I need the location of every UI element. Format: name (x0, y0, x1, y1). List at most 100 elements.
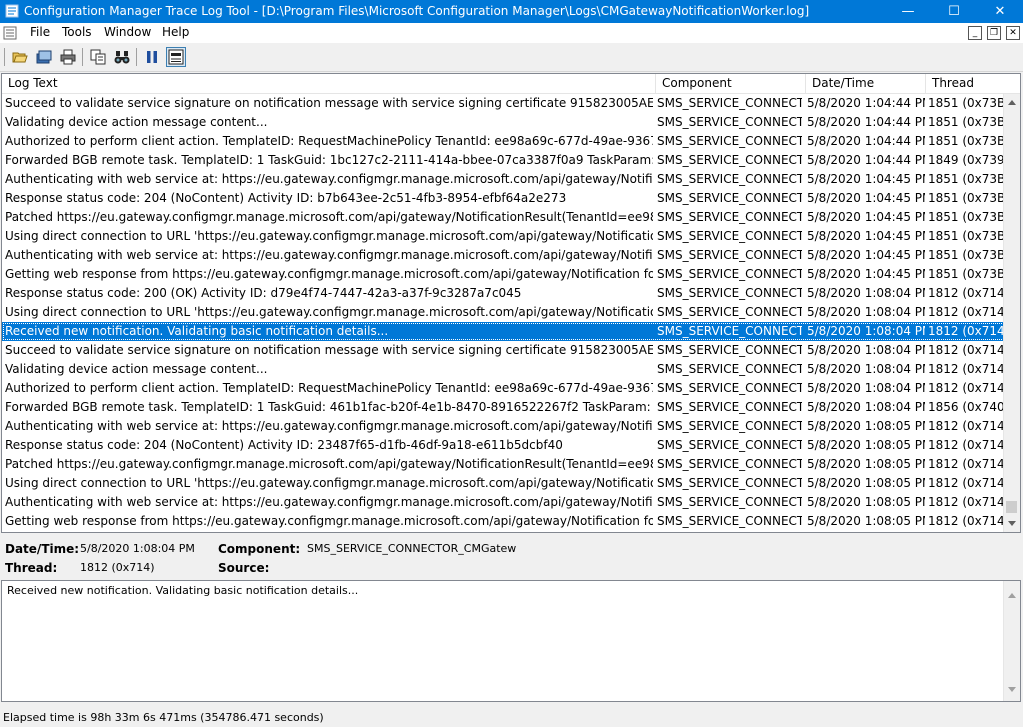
find-button[interactable] (112, 47, 132, 67)
menu-window[interactable]: Window (102, 25, 153, 39)
log-row[interactable]: Authenticating with web service at: http… (2, 246, 1005, 265)
column-header-thread[interactable]: Thread (926, 74, 1020, 93)
log-row[interactable]: Response status code: 200 (OK) Activity … (2, 284, 1005, 303)
component-cell: SMS_SERVICE_CONNECTOF (657, 457, 802, 471)
message-scroll-up-button[interactable] (1008, 587, 1016, 601)
log-row[interactable]: Forwarded BGB remote task. TemplateID: 1… (2, 398, 1005, 417)
log-row[interactable]: Using direct connection to URL 'https://… (2, 227, 1005, 246)
log-row[interactable]: Response status code: 204 (NoContent) Ac… (2, 189, 1005, 208)
thread-value: 1812 (0x714) (80, 561, 155, 574)
title-bar: Configuration Manager Trace Log Tool - [… (0, 0, 1023, 23)
log-text-cell: Response status code: 200 (OK) Activity … (5, 286, 522, 300)
log-row[interactable]: Validating device action message content… (2, 113, 1005, 132)
column-header-log-text[interactable]: Log Text (2, 74, 656, 93)
log-row[interactable]: Validating device action message content… (2, 360, 1005, 379)
copy-icon (90, 49, 106, 65)
print-icon (60, 49, 76, 65)
mdi-close-button[interactable]: ✕ (1006, 26, 1020, 40)
maximize-button[interactable]: ☐ (931, 0, 977, 23)
log-text-cell: Authenticating with web service at: http… (5, 495, 653, 509)
datetime-cell: 5/8/2020 1:08:04 PM (807, 381, 925, 395)
datetime-cell: 5/8/2020 1:04:45 PM (807, 172, 925, 186)
message-pane-scrollbar[interactable] (1003, 581, 1020, 701)
thread-cell: 1851 (0x73B) (928, 267, 1003, 281)
thread-cell: 1812 (0x714) (928, 324, 1003, 338)
scroll-up-button[interactable] (1004, 94, 1020, 111)
datetime-cell: 5/8/2020 1:08:04 PM (807, 362, 925, 376)
component-cell: SMS_SERVICE_CONNECTOF (657, 96, 802, 110)
component-cell: SMS_SERVICE_CONNECTOF (657, 172, 802, 186)
log-row[interactable]: Authorized to perform client action. Tem… (2, 132, 1005, 151)
log-list-scrollbar[interactable] (1003, 94, 1020, 532)
log-text-cell: Using direct connection to URL 'https://… (5, 305, 653, 319)
mdi-restore-button[interactable]: ❐ (987, 26, 1001, 40)
log-row[interactable]: Patched https://eu.gateway.configmgr.man… (2, 208, 1005, 227)
thread-cell: 1812 (0x714) (928, 419, 1003, 433)
menu-file[interactable]: File (28, 25, 52, 39)
log-list[interactable]: Log Text Component Date/Time Thread Succ… (1, 73, 1021, 533)
component-cell: SMS_SERVICE_CONNECTOF (657, 343, 802, 357)
log-text-cell: Validating device action message content… (5, 115, 268, 129)
message-text-pane[interactable]: Received new notification. Validating ba… (1, 580, 1021, 702)
component-cell: SMS_SERVICE_CONNECTOF (657, 153, 802, 167)
log-row[interactable]: Using direct connection to URL 'https://… (2, 474, 1005, 493)
thread-cell: 1812 (0x714) (928, 495, 1003, 509)
log-row[interactable]: Patched https://eu.gateway.configmgr.man… (2, 455, 1005, 474)
copy-button[interactable] (88, 47, 108, 67)
print-button[interactable] (58, 47, 78, 67)
scroll-up-icon (1008, 593, 1016, 598)
log-row-selected[interactable]: Received new notification. Validating ba… (2, 322, 1005, 341)
thread-cell: 1812 (0x714) (928, 514, 1003, 528)
column-header-component[interactable]: Component (656, 74, 806, 93)
log-row[interactable]: Succeed to validate service signature on… (2, 341, 1005, 360)
menu-tools[interactable]: Tools (60, 25, 94, 39)
log-row[interactable]: Succeed to validate service signature on… (2, 94, 1005, 113)
datetime-cell: 5/8/2020 1:04:45 PM (807, 248, 925, 262)
datetime-cell: 5/8/2020 1:04:44 PM (807, 115, 925, 129)
component-cell: SMS_SERVICE_CONNECTOF (657, 381, 802, 395)
toolbar-grip (4, 48, 5, 66)
log-text-cell: Using direct connection to URL 'https://… (5, 229, 653, 243)
mdi-restore-icon: ❐ (989, 28, 999, 38)
log-row[interactable]: Authenticating with web service at: http… (2, 170, 1005, 189)
component-cell: SMS_SERVICE_CONNECTOF (657, 134, 802, 148)
open-merged-button[interactable] (34, 47, 54, 67)
highlight-view-button[interactable] (166, 47, 186, 67)
component-cell: SMS_SERVICE_CONNECTOF (657, 324, 802, 338)
scrollbar-thumb[interactable] (1006, 501, 1017, 513)
thread-cell: 1812 (0x714) (928, 343, 1003, 357)
message-scroll-down-button[interactable] (1008, 681, 1016, 695)
log-row[interactable]: Using direct connection to URL 'https://… (2, 303, 1005, 322)
source-label: Source: (218, 561, 270, 575)
thread-cell: 1812 (0x714) (928, 476, 1003, 490)
pause-button[interactable] (142, 47, 162, 67)
close-button[interactable]: ✕ (977, 0, 1023, 23)
open-button[interactable] (10, 47, 30, 67)
document-window-icon[interactable] (3, 26, 17, 40)
menu-help[interactable]: Help (160, 25, 191, 39)
component-value: SMS_SERVICE_CONNECTOR_CMGatew (307, 542, 517, 555)
log-row[interactable]: Authorized to perform client action. Tem… (2, 379, 1005, 398)
scroll-down-button[interactable] (1004, 515, 1020, 532)
scroll-down-icon (1008, 687, 1016, 692)
column-header-datetime[interactable]: Date/Time (806, 74, 926, 93)
component-cell: SMS_SERVICE_CONNECTOF (657, 400, 802, 414)
log-row[interactable]: Getting web response from https://eu.gat… (2, 265, 1005, 284)
component-cell: SMS_SERVICE_CONNECTOF (657, 362, 802, 376)
thread-cell: 1851 (0x73B) (928, 210, 1003, 224)
thread-cell: 1812 (0x714) (928, 381, 1003, 395)
minimize-button[interactable]: — (885, 0, 931, 23)
log-text-cell: Response status code: 204 (NoContent) Ac… (5, 191, 567, 205)
log-row[interactable]: Authenticating with web service at: http… (2, 417, 1005, 436)
log-row[interactable]: Authenticating with web service at: http… (2, 493, 1005, 512)
thread-cell: 1851 (0x73B) (928, 191, 1003, 205)
log-row[interactable]: Response status code: 204 (NoContent) Ac… (2, 436, 1005, 455)
log-text-cell: Response status code: 204 (NoContent) Ac… (5, 438, 563, 452)
log-text-cell: Getting web response from https://eu.gat… (5, 514, 653, 528)
menu-bar: File Tools Window Help _ ❐ ✕ (0, 23, 1023, 43)
log-row[interactable]: Getting web response from https://eu.gat… (2, 512, 1005, 531)
log-text-cell: Authorized to perform client action. Tem… (5, 134, 653, 148)
component-cell: SMS_SERVICE_CONNECTOF (657, 191, 802, 205)
mdi-minimize-button[interactable]: _ (968, 26, 982, 40)
log-row[interactable]: Forwarded BGB remote task. TemplateID: 1… (2, 151, 1005, 170)
